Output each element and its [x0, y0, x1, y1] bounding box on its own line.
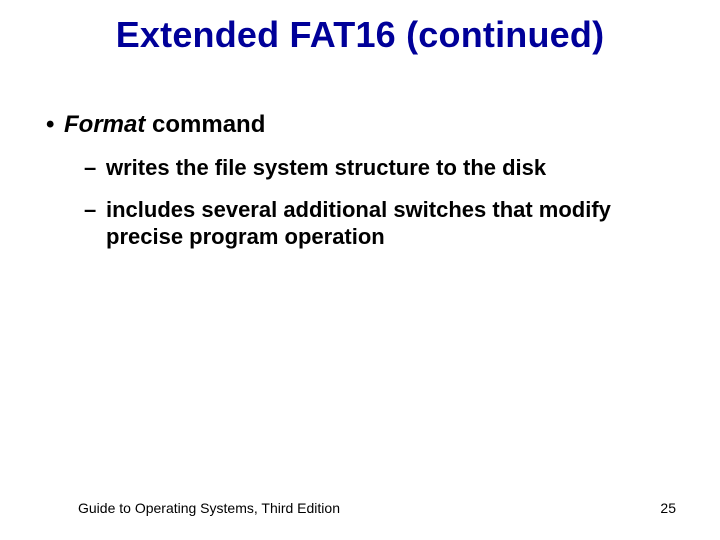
slide: Extended FAT16 (continued) •Format comma…	[0, 0, 720, 540]
page-number: 25	[660, 500, 676, 516]
bullet-level-1: •Format command	[46, 110, 680, 140]
dash-icon: –	[84, 154, 106, 182]
slide-body: •Format command – writes the file system…	[46, 110, 680, 265]
slide-title: Extended FAT16 (continued)	[0, 14, 720, 56]
sub-bullet-1-text: writes the file system structure to the …	[106, 154, 546, 182]
bullet-1-rest: command	[145, 111, 265, 138]
bullet-level-2: – writes the file system structure to th…	[84, 154, 680, 182]
sub-bullet-2-text: includes several additional switches tha…	[106, 196, 666, 251]
dash-icon: –	[84, 196, 106, 251]
bullet-1-italic: Format	[64, 111, 145, 138]
footer-source: Guide to Operating Systems, Third Editio…	[78, 500, 340, 516]
bullet-dot-icon: •	[46, 110, 64, 140]
bullet-level-2: – includes several additional switches t…	[84, 196, 680, 251]
